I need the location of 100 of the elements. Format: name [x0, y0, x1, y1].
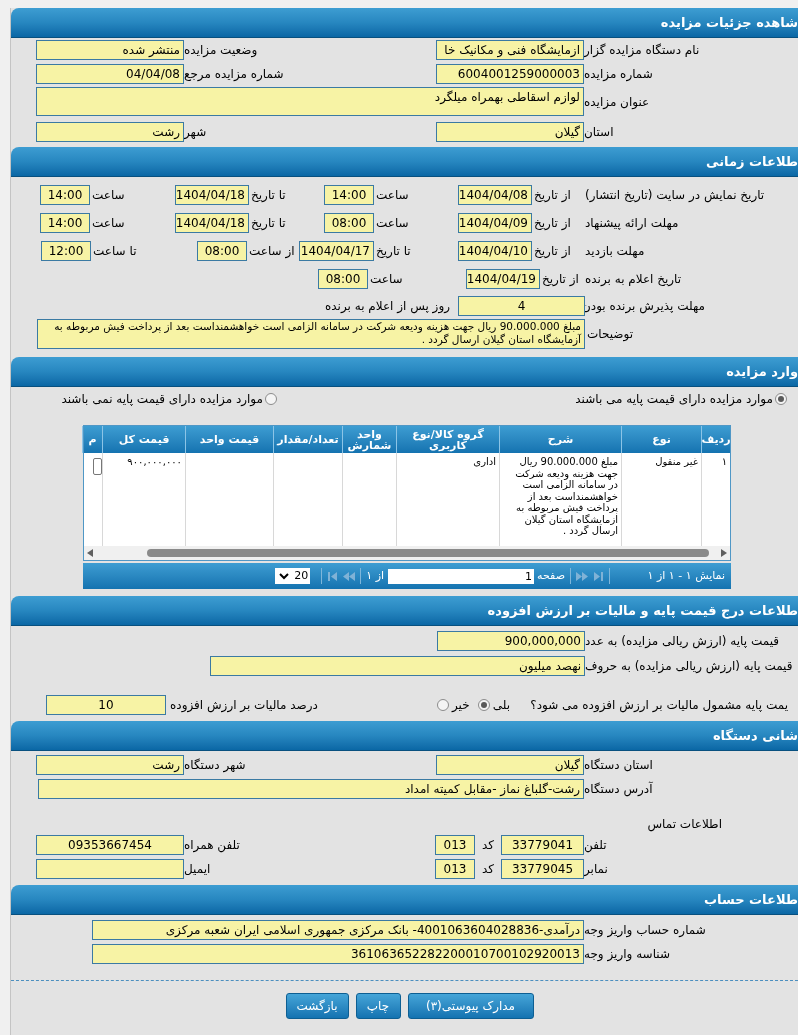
action-button[interactable]: بازگشت: [285, 993, 349, 1019]
input-field[interactable]: 1404/04/08: [458, 185, 532, 205]
row-action-button[interactable]: [93, 458, 102, 475]
radio-button[interactable]: [265, 393, 277, 405]
input-field[interactable]: 09353667454: [36, 835, 184, 855]
field-label: شناسه واریز وجه: [584, 946, 670, 962]
table-cell-text: اداری: [472, 456, 496, 468]
field-label: تلفن: [584, 837, 607, 853]
column-header[interactable]: قیمت کل: [102, 426, 185, 453]
input-field[interactable]: 14:00: [324, 185, 374, 205]
horizontal-scrollbar[interactable]: [84, 546, 730, 560]
column-header[interactable]: گروه کالا/نوع کاربری: [396, 426, 499, 453]
input-field[interactable]: 33779041: [501, 835, 584, 855]
action-button[interactable]: چاپ: [355, 993, 401, 1019]
table-cell-text: ۹۰۰,۰۰۰,۰۰۰: [126, 456, 182, 468]
field-label: نام دستگاه مزایده گزار: [584, 42, 700, 58]
field-label: وضعیت مزایده: [184, 42, 258, 58]
input-field[interactable]: 12:00: [41, 241, 91, 261]
radio-button[interactable]: [437, 699, 449, 711]
column-header[interactable]: ردیف: [701, 426, 730, 453]
pager-summary: نمایش ۱ - ۱ از ۱: [646, 567, 725, 584]
input-field[interactable]: 6004001259000003: [436, 64, 584, 84]
section-header: شاهده جزئیات مزایده: [11, 8, 798, 38]
field-label: ساعت: [376, 215, 409, 231]
column-header[interactable]: واحد شمارش: [342, 426, 396, 453]
input-field[interactable]: رشت-گلباغ نماز -مقابل کمیته امداد: [38, 779, 584, 799]
section-header: طلاعات درج قیمت پایه و مالیات بر ارزش افزوده: [11, 596, 798, 626]
input-field[interactable]: مبلغ 90.000.000 ریال جهت هزینه ودیعه شرکت در سامانه الزامی است خواهشمنداست بعد از پرداخت فیش مربوطه به آزمایشگاه استان گیلان ارسال گردد .: [37, 319, 585, 349]
field-label: از تاریخ: [534, 243, 571, 259]
radio-button[interactable]: [477, 699, 490, 711]
input-field[interactable]: منتشر شده: [36, 40, 184, 60]
input-field[interactable]: 900,000,000: [437, 631, 585, 651]
input-field[interactable]: 08:00: [318, 269, 368, 289]
input-field[interactable]: نهصد میلیون: [210, 656, 585, 676]
page-count: از ۱: [366, 567, 385, 584]
column-header[interactable]: تعداد/مقدار: [273, 426, 342, 453]
field-label: شماره حساب واریز وجه: [584, 922, 706, 938]
input-field[interactable]: 4: [458, 296, 585, 316]
input-field[interactable]: 361063652282200010700102920013: [92, 944, 584, 964]
field-label: شماره مزایده: [584, 66, 653, 82]
field-label: ایمیل: [184, 861, 211, 877]
field-label: از تاریخ: [534, 215, 571, 231]
section-header: وارد مزایده: [11, 357, 798, 387]
field-label: ساعت: [376, 187, 409, 203]
input-field[interactable]: 04/04/08: [36, 64, 184, 84]
input-field[interactable]: گیلان: [436, 755, 584, 775]
input-field[interactable]: 10: [46, 695, 166, 715]
input-field[interactable]: گیلان: [436, 122, 584, 142]
field-label: آدرس دستگاه: [584, 781, 653, 797]
field-label: مهلت بازدید: [585, 243, 645, 259]
field-label: ساعت: [92, 215, 125, 231]
field-label: تلفن همراه: [184, 837, 240, 853]
table-cell-text: مبلغ 90.000.000 ریال جهت هزینه ودیعه شرکت در سامانه الزامی است خواهشمنداست بعد از پرداخت فیش مربوطه به ازمایشگاه استان گیلان ارسال گردد .: [514, 456, 618, 537]
column-header[interactable]: م: [82, 426, 102, 453]
section-header: طلاعات حساب: [11, 885, 798, 915]
input-field[interactable]: درآمدی-4001063604028836- بانک مرکزی جمهوری اسلامی ایران شعبه مرکزی: [92, 920, 584, 940]
input-field[interactable]: 1404/04/18: [175, 185, 249, 205]
column-header[interactable]: نوع: [621, 426, 701, 453]
contact-heading: اطلاعات تماس: [647, 816, 722, 832]
column-header[interactable]: شرح: [499, 426, 621, 453]
input-field[interactable]: 14:00: [40, 185, 90, 205]
input-field[interactable]: 013: [435, 859, 475, 879]
page-size-select[interactable]: 20: [275, 568, 311, 584]
action-button[interactable]: مدارک پیوستی(۳): [407, 993, 534, 1019]
radio-label: موارد مزایده دارای قیمت پایه نمی باشند: [61, 391, 263, 407]
field-label: نمابر: [584, 861, 608, 877]
input-field[interactable]: [36, 859, 184, 879]
input-field[interactable]: لوازم اسقاطی بهمراه میلگرد: [36, 87, 584, 116]
page-label: صفحه: [537, 567, 565, 584]
field-label: توضیحات: [587, 326, 634, 342]
input-field[interactable]: 013: [435, 835, 475, 855]
input-field[interactable]: رشت: [36, 122, 184, 142]
scroll-left-icon[interactable]: [87, 549, 93, 557]
section-header: طلاعات زمانی: [11, 147, 798, 177]
input-field[interactable]: 1404/04/09: [458, 213, 532, 233]
table-cell-text: ۱: [720, 456, 727, 468]
field-label: عنوان مزایده: [584, 93, 650, 110]
input-field[interactable]: ازمایشگاه فنی و مکانیک خا: [436, 40, 584, 60]
field-label: تاریخ اعلام به برنده: [585, 271, 682, 287]
field-label: از تاریخ: [542, 271, 579, 287]
input-field[interactable]: 1404/04/18: [175, 213, 249, 233]
input-field[interactable]: 1404/04/17: [299, 241, 374, 261]
field-label: روز پس از اعلام به برنده: [325, 298, 450, 314]
field-label: شماره مزایده مرجع: [184, 66, 284, 82]
input-field[interactable]: 08:00: [324, 213, 374, 233]
radio-button[interactable]: [775, 393, 787, 405]
column-header[interactable]: قیمت واحد: [185, 426, 273, 453]
input-field[interactable]: 33779045: [501, 859, 584, 879]
field-label: از ساعت: [249, 243, 295, 259]
field-label: تا تاریخ: [376, 243, 411, 259]
input-field[interactable]: 1404/04/19: [466, 269, 540, 289]
input-field[interactable]: 1404/04/10: [458, 241, 532, 261]
scroll-right-icon[interactable]: [721, 549, 727, 557]
page-input[interactable]: 1: [388, 568, 535, 584]
field-label: شهر دستگاه: [184, 757, 246, 773]
input-field[interactable]: 08:00: [197, 241, 247, 261]
input-field[interactable]: رشت: [36, 755, 184, 775]
radio-label: خیر: [452, 697, 470, 713]
chevron-down-icon[interactable]: [277, 571, 292, 581]
input-field[interactable]: 14:00: [40, 213, 90, 233]
